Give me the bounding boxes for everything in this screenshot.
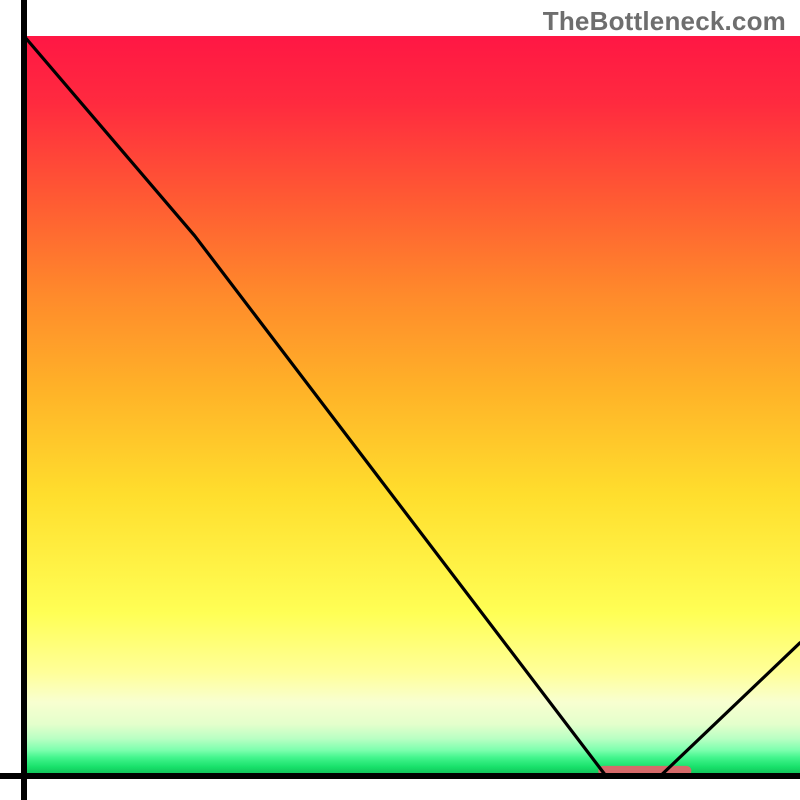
watermark-label: TheBottleneck.com xyxy=(543,6,786,37)
bottleneck-chart xyxy=(0,0,800,800)
chart-canvas: TheBottleneck.com xyxy=(0,0,800,800)
gradient-background xyxy=(24,36,800,776)
